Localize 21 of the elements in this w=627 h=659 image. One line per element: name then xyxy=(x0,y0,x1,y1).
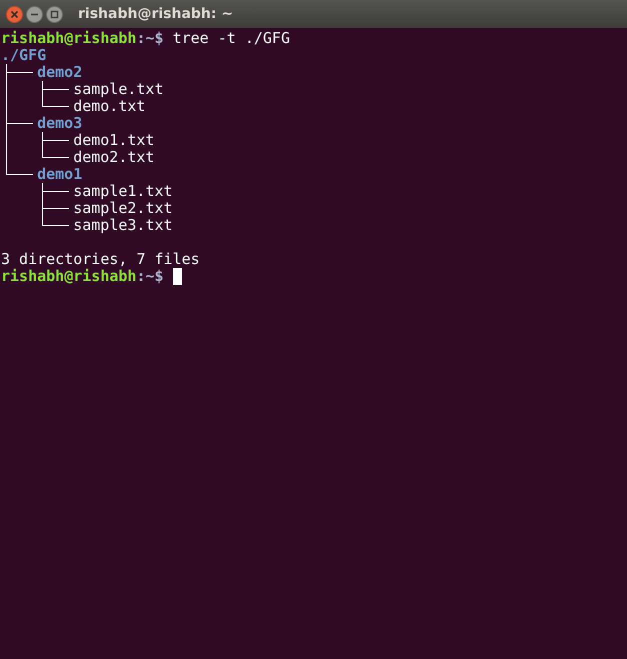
file-name: sample2.txt xyxy=(73,200,173,217)
file-name: demo1.txt xyxy=(73,132,154,149)
directory-name: demo3 xyxy=(37,115,82,132)
file-name: sample3.txt xyxy=(73,217,173,234)
file-name: sample1.txt xyxy=(73,183,173,200)
command-text: tree -t ./GFG xyxy=(172,30,290,47)
prompt-path: :~$ xyxy=(136,268,164,285)
prompt-user: rishabh@rishabh xyxy=(1,268,136,285)
window-title: rishabh@rishabh: ~ xyxy=(78,6,234,22)
minimize-icon[interactable] xyxy=(26,6,43,22)
file-name: demo.txt xyxy=(73,98,146,115)
prompt-path: :~$ xyxy=(136,30,164,47)
close-icon[interactable] xyxy=(6,6,23,22)
directory-name: demo2 xyxy=(37,64,82,81)
prompt-user: rishabh@rishabh xyxy=(1,30,136,47)
file-name: demo2.txt xyxy=(73,149,154,166)
file-name: sample.txt xyxy=(73,81,164,98)
directory-name: demo1 xyxy=(37,166,82,183)
maximize-icon[interactable] xyxy=(46,6,63,22)
directory-name: ./GFG xyxy=(1,47,46,64)
summary-text: 3 directories, 7 files xyxy=(1,251,200,268)
